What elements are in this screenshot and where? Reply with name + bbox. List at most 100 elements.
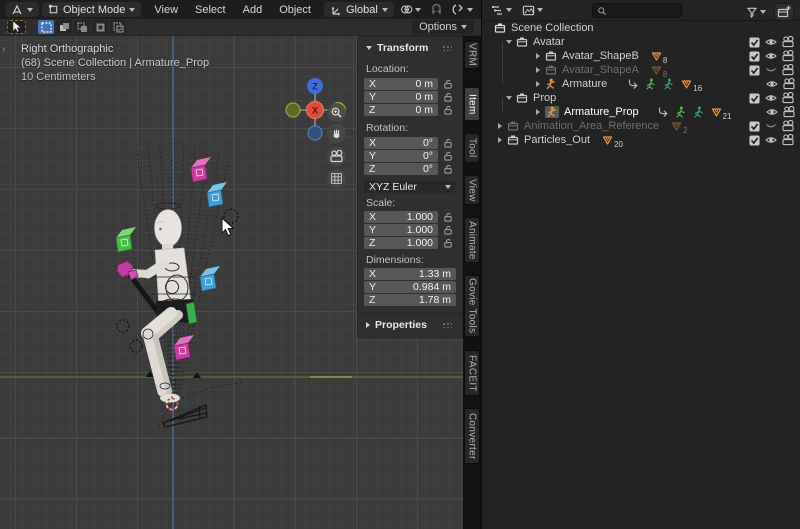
gizmo-axis-y-neg[interactable] bbox=[286, 103, 300, 117]
outliner-row-avatar-shapeb[interactable]: Avatar_ShapeB 8 bbox=[482, 49, 800, 63]
tab-tool[interactable]: Tool bbox=[464, 133, 480, 163]
expand-arrow-icon[interactable] bbox=[536, 109, 540, 115]
render-camera-icon[interactable] bbox=[782, 120, 794, 132]
hide-eye-icon[interactable] bbox=[765, 134, 777, 146]
render-camera-icon[interactable] bbox=[782, 92, 794, 104]
lock-icon[interactable] bbox=[443, 164, 453, 174]
transform-orientation-dropdown[interactable]: Global bbox=[324, 2, 394, 17]
panel-drag-dots[interactable] bbox=[442, 45, 452, 51]
location-z-field[interactable]: Z0 m bbox=[364, 104, 438, 116]
outliner-row-scene-collection[interactable]: Scene Collection bbox=[482, 21, 800, 35]
panel-drag-dots[interactable] bbox=[442, 322, 452, 328]
select-mode-intersect[interactable] bbox=[110, 20, 126, 34]
tab-animate[interactable]: Animate bbox=[464, 217, 480, 263]
rotation-z-field[interactable]: Z0° bbox=[364, 163, 438, 175]
display-mode-dropdown[interactable] bbox=[519, 3, 546, 18]
tab-item[interactable]: Item bbox=[464, 87, 480, 121]
hide-eye-icon[interactable] bbox=[765, 92, 777, 104]
transform-panel-header[interactable]: Transform bbox=[366, 42, 458, 54]
toolbar-expand-chevron[interactable]: › bbox=[2, 44, 5, 55]
outliner-row-animation-area-reference[interactable]: Animation_Area_Reference 2 bbox=[482, 119, 800, 133]
render-camera-icon[interactable] bbox=[782, 50, 794, 62]
menu-select[interactable]: Select bbox=[188, 4, 233, 16]
scale-y-field[interactable]: Y1.000 bbox=[364, 224, 438, 236]
dimensions-z-field[interactable]: Z1.78 m bbox=[364, 294, 456, 306]
outliner-row-particles-out[interactable]: Particles_Out 20 bbox=[482, 133, 800, 147]
lock-icon[interactable] bbox=[443, 79, 453, 89]
tab-converter[interactable]: Converter bbox=[464, 408, 480, 464]
dimensions-y-field[interactable]: Y0.984 m bbox=[364, 281, 456, 293]
outliner-row-prop[interactable]: Prop bbox=[482, 91, 800, 105]
hide-eye-icon[interactable] bbox=[765, 36, 777, 48]
tab-view[interactable]: View bbox=[464, 175, 480, 205]
select-mode-subtract[interactable] bbox=[74, 20, 90, 34]
editor-type-dropdown[interactable] bbox=[5, 2, 39, 17]
scale-x-field[interactable]: X1.000 bbox=[364, 211, 438, 223]
tab-faceit[interactable]: FACEIT bbox=[464, 350, 480, 396]
lock-icon[interactable] bbox=[443, 92, 453, 102]
properties-panel-header[interactable]: Properties bbox=[366, 319, 458, 331]
cube-pink-top[interactable] bbox=[191, 157, 211, 182]
lock-icon[interactable] bbox=[443, 238, 453, 248]
tab-govie-tools[interactable]: Govie Tools bbox=[464, 275, 480, 337]
lock-icon[interactable] bbox=[443, 138, 453, 148]
outliner-row-armature[interactable]: Armature 16 bbox=[482, 77, 800, 91]
select-mode-invert[interactable] bbox=[92, 20, 108, 34]
filter-dropdown[interactable] bbox=[743, 5, 769, 20]
select-mode-extend[interactable] bbox=[56, 20, 72, 34]
lock-icon[interactable] bbox=[443, 225, 453, 235]
snap-toggle[interactable] bbox=[427, 2, 446, 17]
grid-perspective-button[interactable] bbox=[327, 169, 346, 188]
new-collection-button[interactable] bbox=[774, 3, 794, 21]
render-camera-icon[interactable] bbox=[783, 106, 795, 118]
zoom-button[interactable] bbox=[327, 103, 346, 122]
cube-pink-lower[interactable] bbox=[174, 335, 194, 360]
expand-arrow-icon[interactable] bbox=[506, 40, 512, 44]
tab-vrm[interactable]: VRM bbox=[464, 41, 480, 69]
expand-arrow-icon[interactable] bbox=[498, 123, 502, 129]
gizmo-axis-z[interactable]: Z bbox=[307, 78, 323, 94]
rotation-y-field[interactable]: Y0° bbox=[364, 150, 438, 162]
search-input[interactable] bbox=[610, 4, 674, 17]
mode-dropdown[interactable]: Object Mode bbox=[42, 2, 141, 17]
render-camera-icon[interactable] bbox=[782, 64, 794, 76]
camera-view-button[interactable] bbox=[327, 147, 346, 166]
menu-object[interactable]: Object bbox=[272, 4, 318, 16]
render-camera-icon[interactable] bbox=[782, 134, 794, 146]
viewport-3d[interactable]: › bbox=[0, 36, 463, 529]
lock-icon[interactable] bbox=[443, 212, 453, 222]
location-x-field[interactable]: X0 m bbox=[364, 78, 438, 90]
exclude-checkbox[interactable] bbox=[749, 135, 760, 146]
outliner-search[interactable] bbox=[592, 3, 682, 18]
lock-icon[interactable] bbox=[443, 151, 453, 161]
menu-add[interactable]: Add bbox=[236, 4, 270, 16]
expand-arrow-icon[interactable] bbox=[498, 137, 502, 143]
pivot-point-dropdown[interactable] bbox=[397, 2, 424, 17]
scale-z-field[interactable]: Z1.000 bbox=[364, 237, 438, 249]
cube-green[interactable] bbox=[116, 227, 136, 252]
cube-blue-upper[interactable] bbox=[207, 182, 227, 207]
dimensions-x-field[interactable]: X1.33 m bbox=[364, 268, 456, 280]
select-mode-set[interactable] bbox=[38, 20, 54, 34]
expand-arrow-icon[interactable] bbox=[536, 67, 540, 73]
hide-eye-closed-icon[interactable] bbox=[765, 64, 777, 76]
options-dropdown[interactable]: Options bbox=[412, 20, 474, 34]
menu-view[interactable]: View bbox=[147, 4, 185, 16]
exclude-checkbox[interactable] bbox=[749, 65, 760, 76]
pan-button[interactable] bbox=[327, 124, 346, 143]
rotation-x-field[interactable]: X0° bbox=[364, 137, 438, 149]
gizmo-axis-z-neg[interactable] bbox=[308, 126, 322, 140]
expand-arrow-icon[interactable] bbox=[506, 96, 512, 100]
snap-target-dropdown[interactable] bbox=[449, 2, 476, 17]
outliner-editor-dropdown[interactable] bbox=[488, 3, 515, 18]
tweak-tool-button[interactable] bbox=[7, 20, 26, 34]
render-camera-icon[interactable] bbox=[783, 78, 795, 90]
outliner-row-avatar-shapea[interactable]: Avatar_ShapeA 8 bbox=[482, 63, 800, 77]
rotation-mode-dropdown[interactable]: XYZ Euler bbox=[364, 181, 456, 193]
exclude-checkbox[interactable] bbox=[749, 37, 760, 48]
outliner-row-armature-prop[interactable]: Armature_Prop 21 bbox=[482, 105, 800, 119]
exclude-checkbox[interactable] bbox=[749, 51, 760, 62]
expand-arrow-icon[interactable] bbox=[536, 53, 540, 59]
outliner-row-avatar[interactable]: Avatar bbox=[482, 35, 800, 49]
hide-eye-closed-icon[interactable] bbox=[765, 120, 777, 132]
